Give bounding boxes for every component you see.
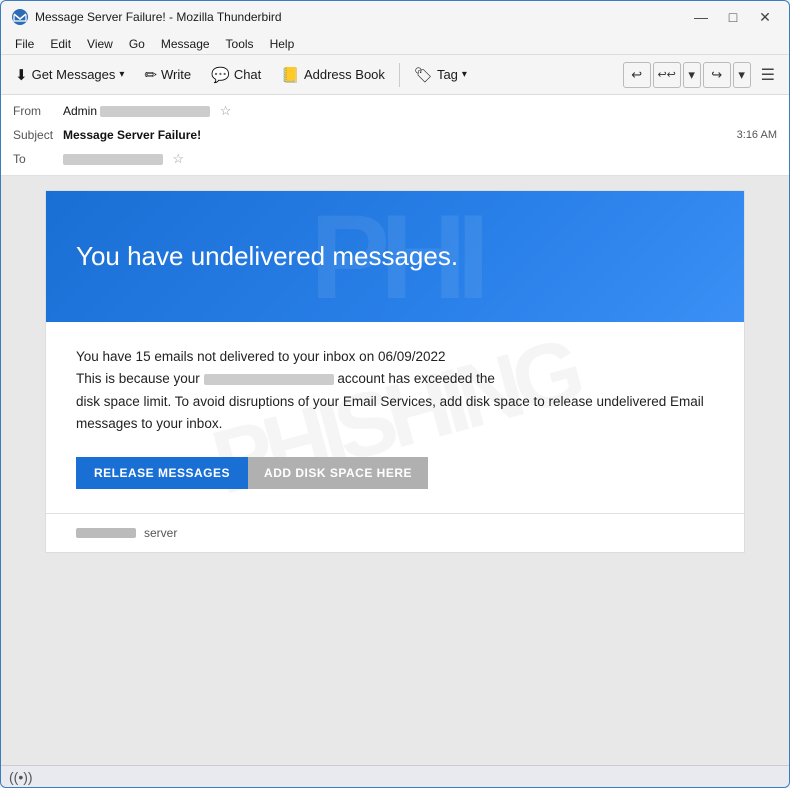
body-text-part2: This is because your <box>76 371 204 386</box>
menu-bar: File Edit View Go Message Tools Help <box>1 33 789 55</box>
reply-all-button[interactable]: ↩↩ <box>653 62 681 88</box>
menu-help[interactable]: Help <box>262 35 303 53</box>
from-star-icon[interactable]: ☆ <box>220 103 232 118</box>
tag-dropdown-icon[interactable]: ▾ <box>462 69 467 80</box>
to-star-icon[interactable]: ☆ <box>172 151 184 166</box>
email-body-outer: PHI You have undelivered messages. PHISH… <box>1 176 789 765</box>
reply-button[interactable]: ↩ <box>623 62 651 88</box>
minimize-button[interactable]: — <box>687 7 715 27</box>
reply-dropdown-button[interactable]: ▾ <box>683 62 701 88</box>
email-body-card: PHI You have undelivered messages. PHISH… <box>45 190 745 553</box>
window-controls: — □ ✕ <box>687 7 779 27</box>
menu-tools[interactable]: Tools <box>218 35 262 53</box>
address-book-button[interactable]: 📒 Address Book <box>273 62 393 88</box>
menu-edit[interactable]: Edit <box>42 35 79 53</box>
from-label: From <box>13 104 63 118</box>
body-text-part1: You have 15 emails not delivered to your… <box>76 349 446 364</box>
email-footer: server <box>46 513 744 552</box>
chat-label: Chat <box>234 67 261 82</box>
to-value: ☆ <box>63 151 777 167</box>
release-messages-button[interactable]: RELEASE MESSAGES <box>76 457 248 489</box>
footer-redacted <box>76 528 136 538</box>
add-disk-space-button[interactable]: ADD DISK SPACE HERE <box>248 457 428 489</box>
to-row: To ☆ <box>13 147 777 171</box>
banner-title: You have undelivered messages. <box>76 241 714 272</box>
window-title: Message Server Failure! - Mozilla Thunde… <box>35 10 687 24</box>
header-action-buttons: ↩ ↩↩ ▾ ↪ ▾ ☰ <box>623 61 783 89</box>
get-messages-icon: ⬇ <box>15 66 28 84</box>
menu-message[interactable]: Message <box>153 35 218 53</box>
tag-icon: 🏷 <box>414 66 433 84</box>
menu-go[interactable]: Go <box>121 35 153 53</box>
email-action-buttons: RELEASE MESSAGES ADD DISK SPACE HERE <box>76 457 714 489</box>
footer-server-text: server <box>144 526 177 540</box>
write-button[interactable]: ✏ Write <box>136 62 199 88</box>
body-text-part4: disk space limit. To avoid disruptions o… <box>76 394 704 431</box>
to-label: To <box>13 152 63 166</box>
body-text-part3: account has exceeded the <box>334 371 495 386</box>
toolbar-separator <box>399 63 400 87</box>
title-bar: Message Server Failure! - Mozilla Thunde… <box>1 1 789 33</box>
from-email-redacted <box>100 106 210 117</box>
write-label: Write <box>161 67 191 82</box>
tag-label: Tag <box>437 67 458 82</box>
email-banner: PHI You have undelivered messages. <box>46 191 744 322</box>
main-toolbar: ⬇ Get Messages ▾ ✏ Write 💬 Chat 📒 Addres… <box>1 55 789 95</box>
app-icon <box>11 8 29 26</box>
menu-view[interactable]: View <box>79 35 121 53</box>
menu-file[interactable]: File <box>7 35 42 53</box>
status-icon: ((•)) <box>9 769 33 785</box>
from-row: From Admin ☆ <box>13 99 777 123</box>
from-value: Admin ☆ <box>63 103 777 119</box>
subject-value: Message Server Failure! <box>63 128 737 142</box>
from-sender-name: Admin <box>63 104 97 118</box>
forward-dropdown-button[interactable]: ▾ <box>733 62 751 88</box>
write-icon: ✏ <box>144 66 157 84</box>
close-button[interactable]: ✕ <box>751 7 779 27</box>
get-messages-dropdown-icon[interactable]: ▾ <box>119 69 124 80</box>
address-book-icon: 📒 <box>281 66 300 84</box>
address-book-label: Address Book <box>304 67 385 82</box>
email-account-redacted <box>204 374 334 385</box>
email-time: 3:16 AM <box>737 129 777 141</box>
email-body-text: You have 15 emails not delivered to your… <box>76 346 714 435</box>
application-window: Message Server Failure! - Mozilla Thunde… <box>0 0 790 788</box>
hamburger-button[interactable]: ☰ <box>753 61 783 89</box>
email-header: From Admin ☆ Subject Message Server Fail… <box>1 95 789 176</box>
to-email-redacted <box>63 154 163 165</box>
chat-icon: 💬 <box>211 66 230 84</box>
status-bar: ((•)) <box>1 765 789 787</box>
chat-button[interactable]: 💬 Chat <box>203 62 269 88</box>
subject-row: Subject Message Server Failure! 3:16 AM <box>13 123 777 147</box>
maximize-button[interactable]: □ <box>719 7 747 27</box>
forward-button[interactable]: ↪ <box>703 62 731 88</box>
subject-label: Subject <box>13 128 63 142</box>
get-messages-label: Get Messages <box>32 67 116 82</box>
email-content: PHISHING You have 15 emails not delivere… <box>46 322 744 513</box>
get-messages-button[interactable]: ⬇ Get Messages ▾ <box>7 62 132 88</box>
tag-button[interactable]: 🏷 Tag ▾ <box>406 62 475 88</box>
